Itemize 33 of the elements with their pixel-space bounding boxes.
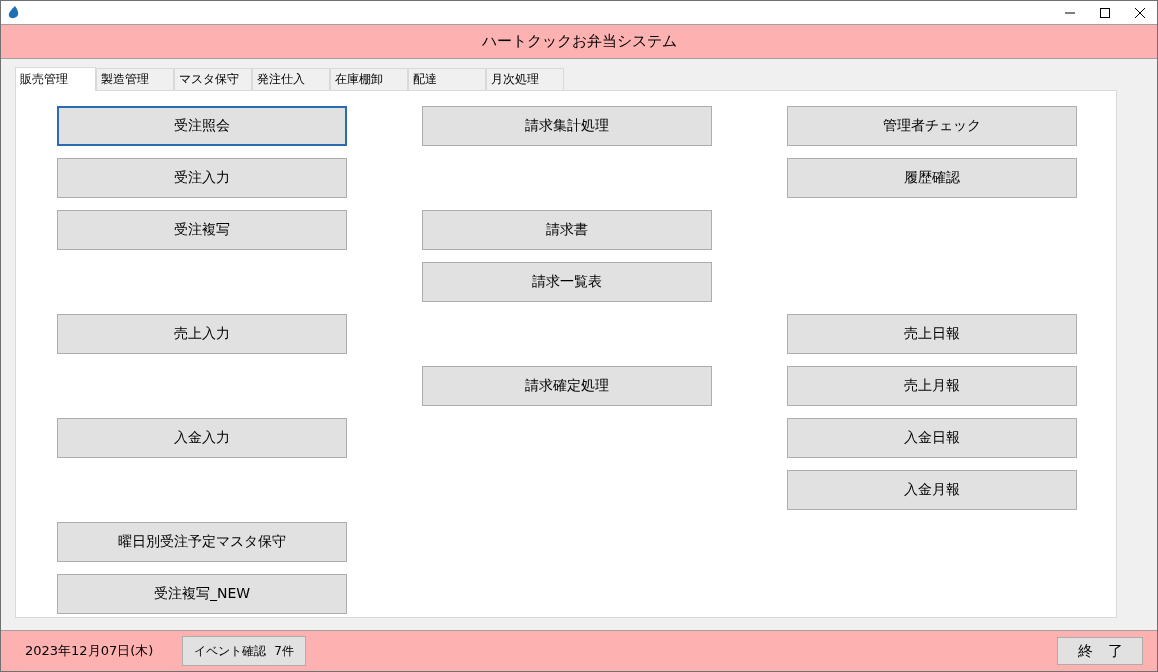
event-count: 7件 xyxy=(274,642,294,660)
menu-button[interactable]: 入金月報 xyxy=(787,470,1077,510)
tab[interactable]: 発注仕入 xyxy=(252,68,330,90)
app-title: ハートクックお弁当システム xyxy=(481,32,677,51)
menu-button[interactable]: 請求書 xyxy=(422,210,712,250)
exit-button[interactable]: 終 了 xyxy=(1057,637,1143,665)
date-text: 2023年12月07日(木) xyxy=(25,642,155,660)
close-icon xyxy=(1134,7,1145,18)
menu-button[interactable]: 請求確定処理 xyxy=(422,366,712,406)
menu-button[interactable]: 管理者チェック xyxy=(787,106,1077,146)
event-button[interactable]: イベント確認 7件 xyxy=(182,636,306,666)
menu-button[interactable]: 受注照会 xyxy=(57,106,347,146)
menu-button[interactable]: 請求集計処理 xyxy=(422,106,712,146)
menu-button[interactable]: 売上日報 xyxy=(787,314,1077,354)
maximize-icon xyxy=(1099,7,1110,18)
menu-button[interactable]: 売上月報 xyxy=(787,366,1077,406)
app-drop-icon xyxy=(8,6,19,19)
tab[interactable]: 販売管理 xyxy=(15,67,96,91)
menu-button[interactable]: 受注複写 xyxy=(57,210,347,250)
tab[interactable]: 製造管理 xyxy=(96,68,174,90)
menu-button[interactable]: 請求一覧表 xyxy=(422,262,712,302)
menu-button[interactable]: 入金日報 xyxy=(787,418,1077,458)
menu-button[interactable]: 受注入力 xyxy=(57,158,347,198)
menu-button[interactable]: 入金入力 xyxy=(57,418,347,458)
tab[interactable]: 配達 xyxy=(408,68,486,90)
menu-button[interactable]: 履歴確認 xyxy=(787,158,1077,198)
event-label: イベント確認 xyxy=(194,642,267,660)
tab[interactable]: マスタ保守 xyxy=(174,68,252,90)
tab[interactable]: 在庫棚卸 xyxy=(330,68,408,90)
menu-button[interactable]: 曜日別受注予定マスタ保守 xyxy=(57,522,347,562)
menu-button[interactable]: 受注複写_NEW xyxy=(57,574,347,614)
menu-button[interactable]: 売上入力 xyxy=(57,314,347,354)
tab[interactable]: 月次処理 xyxy=(486,68,564,90)
